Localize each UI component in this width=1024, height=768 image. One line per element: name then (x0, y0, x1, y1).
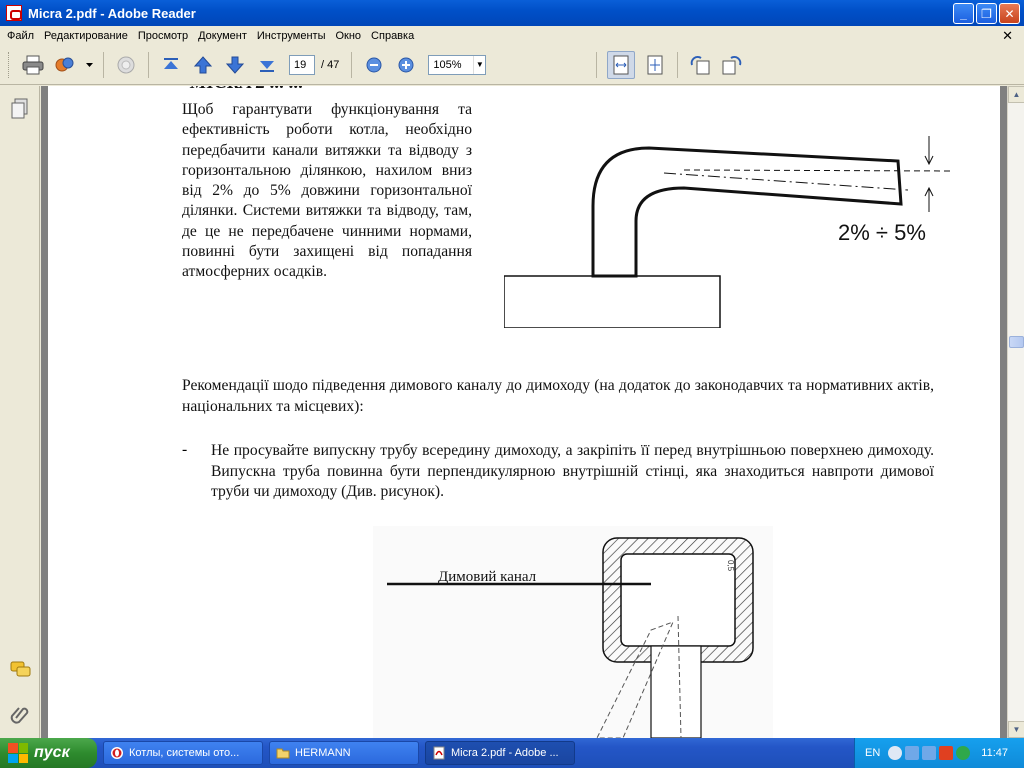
menu-document[interactable]: Документ (193, 30, 252, 42)
system-tray: EN 11:47 (854, 738, 1024, 768)
folder-icon (276, 746, 290, 760)
paragraph-slope-requirement: Щоб гарантувати функціонування та ефекти… (182, 100, 472, 283)
toolbar: / 47 105% ▼ (0, 45, 1024, 85)
clock: 11:47 (981, 747, 1008, 759)
antivirus-icon[interactable] (939, 746, 953, 760)
page-total: / 47 (321, 59, 339, 71)
taskbar-item-label: Micra 2.pdf - Adobe ... (451, 747, 559, 759)
scroll-down-arrow-icon[interactable]: ▼ (1008, 721, 1024, 738)
start-label: пуск (34, 744, 70, 762)
menu-tools[interactable]: Инструменты (252, 30, 331, 42)
menu-edit[interactable]: Редактирование (39, 30, 133, 42)
previous-page-icon[interactable] (191, 53, 215, 77)
taskbar-item-label: HERMANN (295, 747, 351, 759)
section-heading-fragment: MICRA 2 ... ... (190, 86, 304, 94)
taskbar-item-folder[interactable]: HERMANN (269, 741, 419, 765)
zoom-select[interactable]: 105% ▼ (428, 55, 486, 75)
document-close-icon[interactable]: ✕ (997, 28, 1018, 44)
menu-view[interactable]: Просмотр (133, 30, 193, 42)
network-icon-2[interactable] (922, 746, 936, 760)
network-icon[interactable] (905, 746, 919, 760)
scroll-up-arrow-icon[interactable]: ▲ (1008, 86, 1024, 103)
close-button[interactable]: ✕ (999, 3, 1020, 24)
paragraph-connection-recommendations: Рекомендації шодо підведення димового ка… (182, 376, 934, 417)
fit-page-icon[interactable] (643, 53, 667, 77)
next-page-icon[interactable] (223, 53, 247, 77)
rotate-counterclockwise-icon[interactable] (688, 53, 712, 77)
start-button[interactable]: пуск (0, 738, 97, 768)
collaborate-icon[interactable] (114, 53, 138, 77)
first-page-icon[interactable] (159, 53, 183, 77)
menu-file[interactable]: Файл (2, 30, 39, 42)
toolbar-separator (148, 52, 149, 78)
toolbar-separator (103, 52, 104, 78)
taskbar-item-adobe-reader[interactable]: Micra 2.pdf - Adobe ... (425, 741, 575, 765)
document-view[interactable]: MICRA 2 ... ... Щоб гарантувати функціон… (41, 86, 1007, 738)
taskbar-item-opera[interactable]: Котлы, системы ото... (103, 741, 263, 765)
zoom-in-icon[interactable] (394, 53, 418, 77)
menu-bar: Файл Редактирование Просмотр Документ Ин… (0, 26, 1024, 45)
dimension-mark: 0,5 (726, 560, 735, 571)
page-number-input[interactable] (289, 55, 315, 75)
minimize-button[interactable]: _ (953, 3, 974, 24)
scroll-thumb[interactable] (1009, 336, 1024, 348)
opera-icon (110, 746, 124, 760)
pdf-page: MICRA 2 ... ... Щоб гарантувати функціон… (48, 86, 1000, 738)
toolbar-separator (677, 52, 678, 78)
window-titlebar[interactable]: Micra 2.pdf - Adobe Reader _ ❐ ✕ (0, 0, 1024, 26)
attachments-panel-icon[interactable] (10, 704, 30, 724)
comments-panel-icon[interactable] (10, 660, 30, 680)
share-icon[interactable] (53, 53, 77, 77)
flue-channel-label: Димовий канал (438, 569, 536, 586)
toolbar-separator (351, 52, 352, 78)
status-icon[interactable] (956, 746, 970, 760)
fit-width-icon[interactable] (607, 51, 635, 79)
zoom-value: 105% (429, 57, 473, 73)
share-dropdown-icon[interactable] (85, 53, 93, 77)
menu-window[interactable]: Окно (330, 30, 366, 42)
zoom-dropdown-icon[interactable]: ▼ (473, 56, 485, 74)
bullet-item-exhaust-pipe: Не просувайте випускну трубу всередину д… (211, 441, 934, 503)
language-indicator[interactable]: EN (865, 747, 880, 759)
bullet-dash: - (182, 441, 187, 459)
toolbar-grip[interactable] (8, 52, 11, 78)
toolbar-separator (596, 52, 597, 78)
menu-help[interactable]: Справка (366, 30, 419, 42)
back-arrow-icon[interactable] (888, 746, 902, 760)
adobe-reader-icon (6, 5, 22, 21)
pdf-icon (432, 746, 446, 760)
taskbar: пуск Котлы, системы ото... HERMANN Micra… (0, 738, 1024, 768)
slope-percentage-label: 2% ÷ 5% (838, 220, 926, 246)
rotate-clockwise-icon[interactable] (720, 53, 744, 77)
pages-panel-icon[interactable] (10, 98, 30, 118)
print-icon[interactable] (21, 53, 45, 77)
restore-button[interactable]: ❐ (976, 3, 997, 24)
vertical-scrollbar[interactable]: ▲ ▼ (1007, 86, 1024, 738)
zoom-out-icon[interactable] (362, 53, 386, 77)
window-title: Micra 2.pdf - Adobe Reader (28, 6, 196, 21)
taskbar-item-label: Котлы, системы ото... (129, 747, 239, 759)
windows-flag-icon (8, 743, 28, 763)
navigation-panel (0, 86, 40, 738)
chimney-connection-figure (373, 526, 773, 738)
last-page-icon[interactable] (255, 53, 279, 77)
